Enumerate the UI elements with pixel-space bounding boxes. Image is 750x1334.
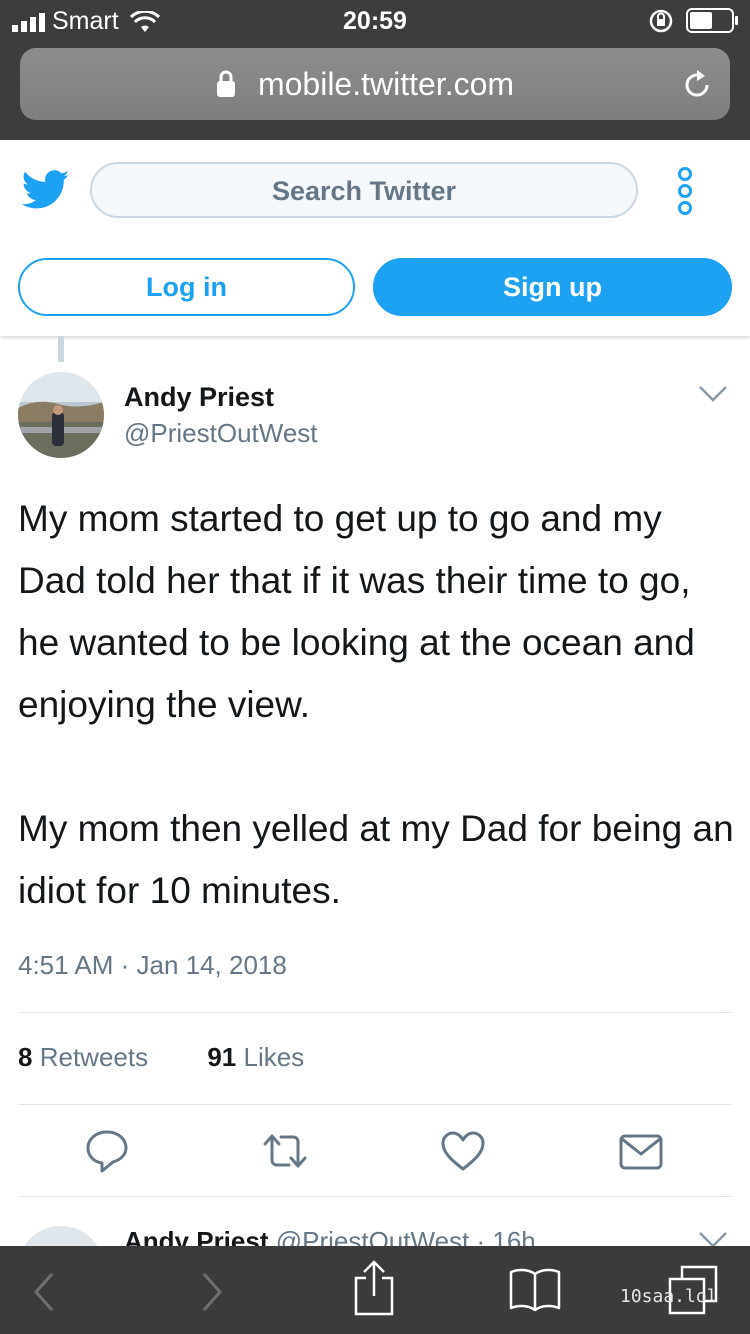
browser-top-bar: Smart 20:59 mobile.twitter.com <box>0 0 750 140</box>
chevron-down-icon[interactable] <box>698 384 728 404</box>
search-placeholder: Search Twitter <box>271 176 457 206</box>
address-bar[interactable]: mobile.twitter.com <box>20 48 730 120</box>
author-name[interactable]: Andy Priest <box>124 382 274 413</box>
retweet-icon[interactable] <box>262 1128 308 1174</box>
reload-icon[interactable] <box>680 68 714 102</box>
divider <box>18 1012 732 1013</box>
clock: 20:59 <box>343 7 407 35</box>
tweet-stats: 8 Retweets 91 Likes <box>18 1042 356 1073</box>
more-options-icon[interactable] <box>674 166 696 216</box>
signup-button[interactable]: Sign up <box>373 258 732 316</box>
bookmarks-icon[interactable] <box>508 1266 562 1312</box>
direct-message-icon[interactable] <box>618 1128 664 1174</box>
tweet-timestamp[interactable]: 4:51 AM · Jan 14, 2018 <box>18 950 287 981</box>
twitter-header: Search Twitter Log in Sign up <box>0 140 750 336</box>
watermark-text: 10saa.lol <box>620 1286 718 1307</box>
tweet-text: My mom started to get up to go and my Da… <box>18 488 738 922</box>
retweet-stat[interactable]: 8 Retweets <box>18 1042 148 1072</box>
thread-connector <box>58 336 64 362</box>
tweet-paragraph: My mom started to get up to go and my Da… <box>18 498 695 725</box>
author-handle[interactable]: @PriestOutWest <box>124 418 318 449</box>
like-label: Likes <box>243 1042 305 1072</box>
retweet-label: Retweets <box>39 1042 149 1072</box>
share-icon[interactable] <box>352 1260 396 1316</box>
like-icon[interactable] <box>440 1128 486 1174</box>
divider <box>18 1104 732 1105</box>
battery-icon <box>686 8 738 33</box>
orientation-lock-icon <box>649 9 673 33</box>
browser-toolbar: 10saa.lol <box>0 1246 750 1334</box>
url-text: mobile.twitter.com <box>257 66 515 102</box>
like-stat[interactable]: 91 Likes <box>207 1042 304 1072</box>
retweet-count: 8 <box>18 1042 33 1072</box>
reply-icon[interactable] <box>84 1128 130 1174</box>
back-icon[interactable] <box>32 1272 56 1312</box>
avatar-photo <box>18 372 104 458</box>
like-count: 91 <box>207 1042 237 1072</box>
forward-icon[interactable] <box>200 1272 224 1312</box>
twitter-logo-icon[interactable] <box>22 170 70 210</box>
avatar[interactable] <box>18 372 104 458</box>
divider <box>18 1196 732 1197</box>
login-button[interactable]: Log in <box>18 258 355 316</box>
search-input[interactable]: Search Twitter <box>90 162 638 218</box>
tweet-paragraph: My mom then yelled at my Dad for being a… <box>18 808 734 911</box>
